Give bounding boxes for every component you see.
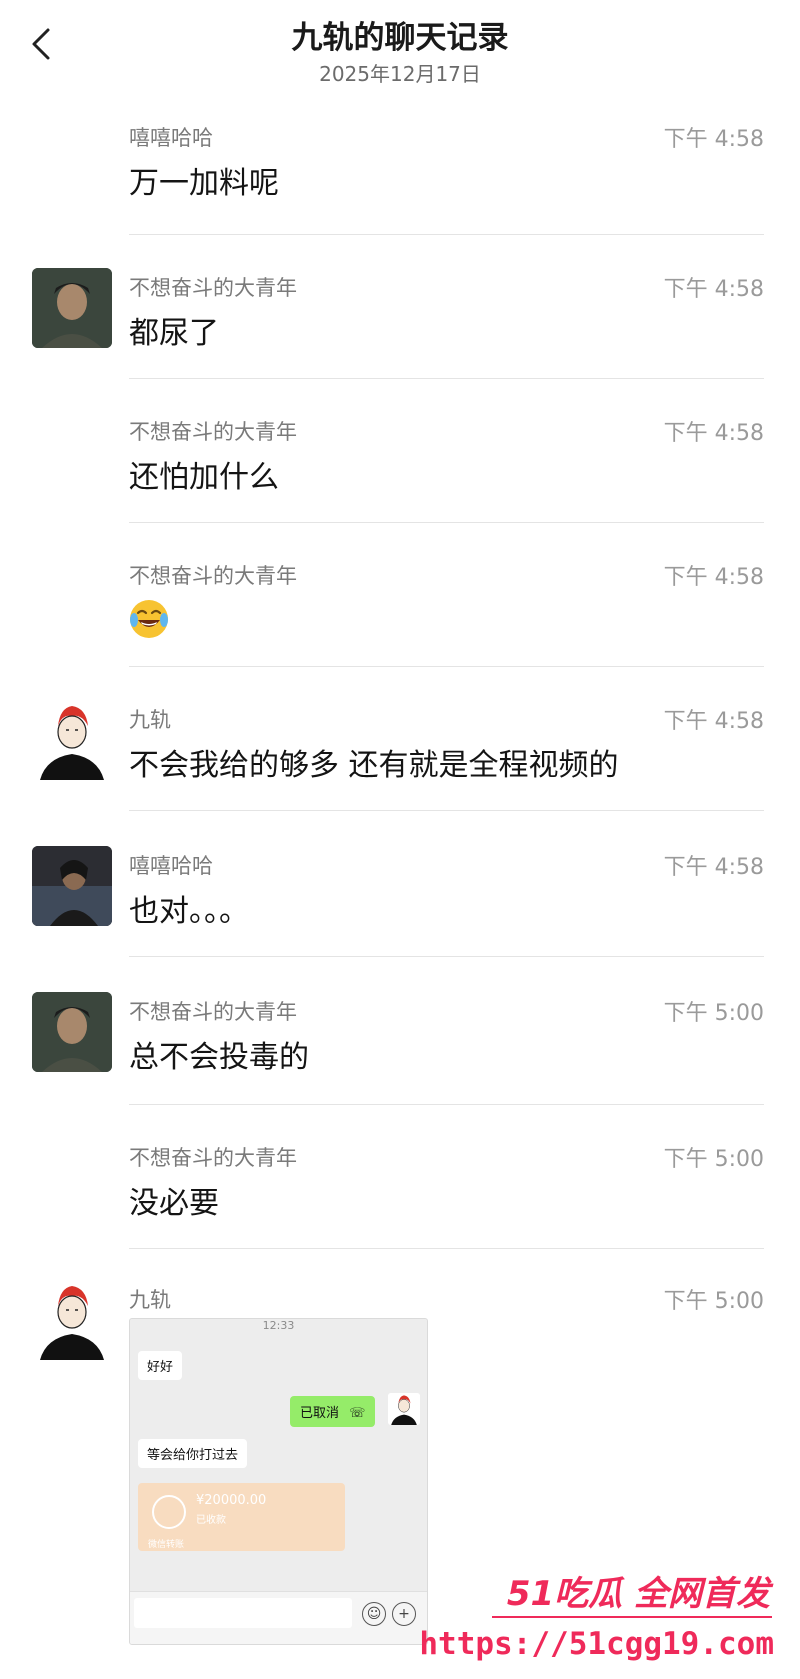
page-title: 九轨的聊天记录 (291, 20, 509, 56)
divider (129, 1248, 764, 1249)
sender-name: 不想奋斗的大青年 (129, 276, 297, 300)
transfer-card: ¥20000.00 已收款 微信转账 (138, 1483, 345, 1551)
message-time: 下午 5:00 (663, 1289, 764, 1314)
avatar[interactable] (32, 1280, 112, 1360)
chat-screenshot-image[interactable]: 12:33 好好 已取消 ☏ 等会给你打过去 ¥20000.00 已收款 微信转… (129, 1318, 428, 1645)
screenshot-input (134, 1598, 352, 1628)
watermark: 51吃瓜 全网首发 https://51cgg19.com (419, 1566, 782, 1676)
sender-name: 不想奋斗的大青年 (129, 1000, 297, 1024)
page-date: 2025年12月17日 (319, 62, 481, 86)
transfer-label: 微信转账 (148, 1540, 185, 1550)
transfer-status: 已收款 (196, 1515, 226, 1526)
message-text: 还怕加什么 (129, 460, 279, 495)
transfer-amount: ¥20000.00 (196, 1493, 267, 1508)
message-text: 都尿了 (129, 316, 219, 351)
divider (129, 1104, 764, 1105)
plus-icon: + (392, 1602, 416, 1626)
message-text: 万一加料呢 (129, 166, 279, 201)
sender-name: 不想奋斗的大青年 (129, 1146, 297, 1170)
divider (129, 956, 764, 957)
screenshot-input-bar: ☺ + (130, 1591, 427, 1644)
screenshot-bubble: 等会给你打过去 (138, 1439, 248, 1468)
message-time: 下午 4:58 (663, 709, 764, 734)
message-time: 下午 4:58 (663, 565, 764, 590)
phone-icon: ☏ (349, 1406, 366, 1421)
divider (129, 810, 764, 811)
avatar (388, 1393, 420, 1425)
watermark-url: https://51cgg19.com (419, 1626, 774, 1662)
avatar[interactable] (32, 992, 112, 1072)
message-time: 下午 4:58 (663, 127, 764, 152)
message-text: 总不会投毒的 (129, 1040, 309, 1075)
message-text: 没必要 (129, 1186, 219, 1221)
avatar[interactable] (32, 268, 112, 348)
message-time: 下午 4:58 (663, 421, 764, 446)
sender-name: 不想奋斗的大青年 (129, 420, 297, 444)
chat-header: 九轨的聊天记录 2025年12月17日 (0, 0, 800, 100)
laughing-crying-emoji-icon (128, 598, 170, 640)
avatar[interactable] (32, 700, 112, 780)
avatar[interactable] (32, 846, 112, 926)
sender-name: 九轨 (129, 708, 171, 732)
message-text: 也对。。。 (129, 894, 249, 929)
message-time: 下午 5:00 (663, 1147, 764, 1172)
message-text: 不会我给的够多 还有就是全程视频的 (129, 748, 619, 783)
watermark-line (492, 1616, 772, 1618)
message-time: 下午 4:58 (663, 855, 764, 880)
screenshot-time: 12:33 (262, 1319, 295, 1332)
sender-name: 九轨 (129, 1288, 171, 1312)
screenshot-call-label: 已取消 (300, 1406, 340, 1421)
divider (129, 522, 764, 523)
screenshot-call-bubble: 已取消 ☏ (290, 1396, 376, 1427)
emoji-icon: ☺ (362, 1602, 386, 1626)
sender-name: 嘻嘻哈哈 (129, 126, 213, 150)
divider (129, 234, 764, 235)
message-time: 下午 4:58 (663, 277, 764, 302)
divider (129, 666, 764, 667)
watermark-brand: 51吃瓜 全网首发 (506, 1574, 770, 1614)
divider (129, 378, 764, 379)
sender-name: 不想奋斗的大青年 (129, 564, 297, 588)
message-time: 下午 5:00 (663, 1001, 764, 1026)
check-icon (152, 1495, 186, 1529)
screenshot-bubble: 好好 (138, 1351, 183, 1380)
sender-name: 嘻嘻哈哈 (129, 854, 213, 878)
